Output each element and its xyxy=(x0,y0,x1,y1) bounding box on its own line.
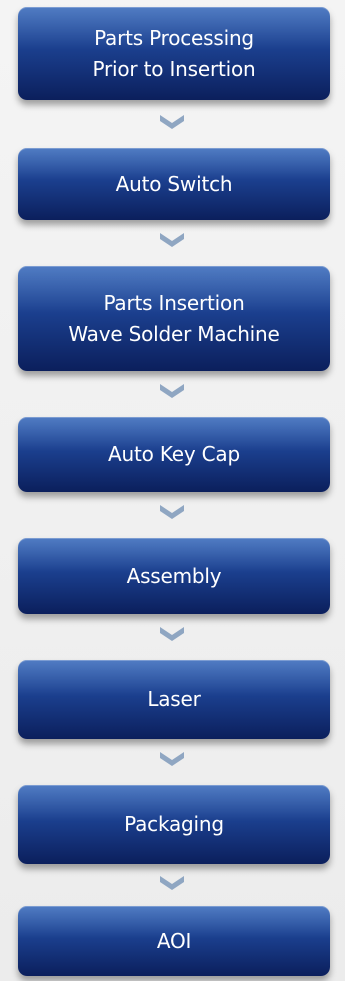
chevron-down-icon xyxy=(160,505,184,519)
chevron-down-icon xyxy=(160,233,184,247)
step-auto-key-cap: Auto Key Cap xyxy=(18,417,330,492)
chevron-down-icon xyxy=(160,627,184,641)
step-assembly: Assembly xyxy=(18,538,330,614)
step-label-line: Prior to Insertion xyxy=(92,56,256,81)
step-parts-insertion: Parts Insertion Wave Solder Machine xyxy=(18,266,330,371)
step-label-line: Laser xyxy=(147,687,201,711)
step-label-line: Assembly xyxy=(126,563,222,588)
step-label-line: Packaging xyxy=(124,812,224,836)
step-label-line: Wave Solder Machine xyxy=(68,321,280,346)
process-flow: Parts Processing Prior to Insertion Auto… xyxy=(0,0,345,981)
step-packaging: Packaging xyxy=(18,785,330,864)
chevron-down-icon xyxy=(160,876,184,890)
chevron-down-icon xyxy=(160,752,184,766)
step-label-line: Parts Processing xyxy=(94,25,254,50)
step-auto-switch: Auto Switch xyxy=(18,148,330,220)
chevron-down-icon xyxy=(160,115,184,129)
chevron-down-icon xyxy=(160,384,184,398)
step-label-line: Auto Key Cap xyxy=(108,442,240,466)
step-label-line: AOI xyxy=(156,928,192,953)
step-parts-processing: Parts Processing Prior to Insertion xyxy=(18,7,330,100)
step-label-line: Auto Switch xyxy=(115,171,233,196)
step-label-line: Parts Insertion xyxy=(103,290,245,315)
step-aoi: AOI xyxy=(18,906,330,976)
step-laser: Laser xyxy=(18,660,330,739)
